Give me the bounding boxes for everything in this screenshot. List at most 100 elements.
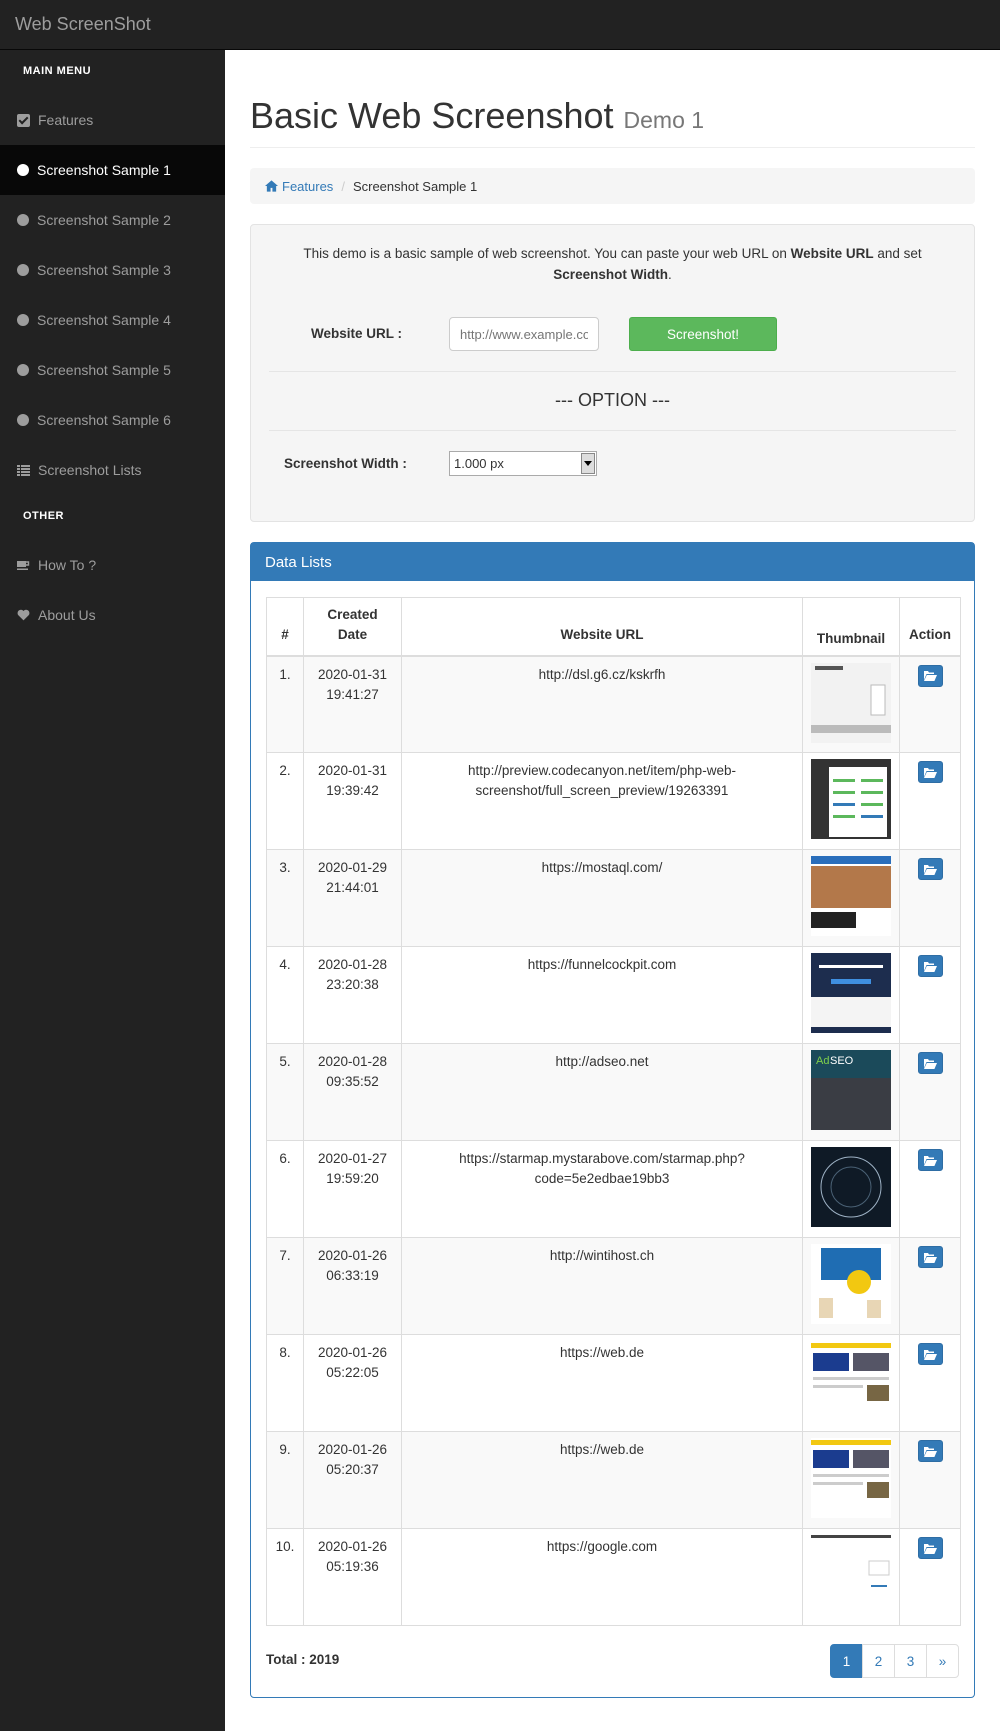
table-row: 2. 2020-01-31 19:39:42 http://preview.codec… <box>266 752 961 850</box>
cell-date-time: 09:35:52 <box>326 1074 379 1089</box>
col-header-date: Created Date <box>303 597 402 657</box>
cell-no: 8. <box>266 1334 304 1432</box>
col-header-action: Action <box>899 597 961 657</box>
sidebar-item-how-to[interactable]: How To ? <box>0 540 225 590</box>
page-link-2[interactable]: 2 <box>862 1644 895 1678</box>
page-link-3[interactable]: 3 <box>894 1644 927 1678</box>
open-folder-button[interactable] <box>917 1052 943 1074</box>
open-folder-button[interactable] <box>917 1537 943 1559</box>
page-header: Basic Web Screenshot Demo 1 <box>250 95 975 148</box>
thumbnail-image[interactable] <box>811 1341 891 1421</box>
open-folder-button[interactable] <box>917 1440 943 1462</box>
cell-thumbnail <box>802 1528 900 1626</box>
page-link-next[interactable]: » <box>926 1644 959 1678</box>
open-folder-button[interactable] <box>917 1149 943 1171</box>
cell-date-day: 2020-01-28 <box>317 957 388 972</box>
thumbnail-image[interactable] <box>811 662 891 743</box>
thumbnail-image[interactable] <box>811 856 891 936</box>
sidebar-item-features[interactable]: Features <box>0 95 225 145</box>
folder-open-icon <box>923 864 937 875</box>
cell-thumbnail: Ad SEO <box>802 1043 900 1141</box>
thumbnail-image[interactable] <box>811 759 891 839</box>
open-folder-button[interactable] <box>917 1343 943 1365</box>
heart-icon <box>17 609 30 622</box>
sidebar-item-screenshot-sample-6[interactable]: Screenshot Sample 6 <box>0 395 225 445</box>
folder-open-icon <box>923 961 937 972</box>
cell-date: 2020-01-31 19:39:42 <box>303 752 402 850</box>
thumbnail-image[interactable] <box>811 1438 891 1518</box>
thumbnail-image[interactable] <box>811 1535 891 1615</box>
cell-date-day: 2020-01-31 <box>317 763 388 778</box>
website-url-input[interactable] <box>449 317 599 351</box>
list-icon <box>17 464 30 476</box>
folder-open-icon <box>923 1543 937 1554</box>
cell-date-day: 2020-01-29 <box>317 860 388 875</box>
cell-thumbnail <box>802 1334 900 1432</box>
cell-date-day: 2020-01-26 <box>317 1539 388 1554</box>
cell-date: 2020-01-26 05:22:05 <box>303 1334 402 1432</box>
folder-open-icon <box>923 1252 937 1263</box>
cell-date: 2020-01-28 23:20:38 <box>303 946 402 1044</box>
intro-text: and set <box>873 246 922 261</box>
open-folder-button[interactable] <box>917 761 943 783</box>
page-link-1[interactable]: 1 <box>830 1644 863 1678</box>
sidebar-item-screenshot-sample-4[interactable]: Screenshot Sample 4 <box>0 295 225 345</box>
cell-no: 10. <box>266 1528 304 1626</box>
page-title: Basic Web Screenshot <box>250 95 614 136</box>
divider <box>269 430 956 431</box>
width-select-value: 1.000 px <box>454 456 504 471</box>
col-header-url: Website URL <box>401 597 803 657</box>
screenshot-width-select[interactable]: 1.000 px <box>449 451 597 476</box>
open-folder-button[interactable] <box>917 858 943 880</box>
cell-no: 3. <box>266 849 304 947</box>
sidebar-item-label: About Us <box>38 607 96 623</box>
sidebar-item-label: Screenshot Sample 6 <box>37 412 171 428</box>
sidebar-item-screenshot-lists[interactable]: Screenshot Lists <box>0 445 225 495</box>
cell-url: http://dsl.g6.cz/kskrfh <box>401 655 803 753</box>
form-intro: This demo is a basic sample of web scree… <box>271 243 954 285</box>
open-folder-button[interactable] <box>917 1246 943 1268</box>
cell-url: https://funnelcockpit.com <box>401 946 803 1044</box>
table-row: 4. 2020-01-28 23:20:38 https://funnelcockpi… <box>266 946 961 1044</box>
folder-open-icon <box>923 1349 937 1360</box>
sidebar-item-about-us[interactable]: About Us <box>0 590 225 640</box>
table-header-row: # Created Date Website URL Thumbnail Act… <box>266 597 961 657</box>
table-row: 8. 2020-01-26 05:22:05 https://web.de <box>266 1334 961 1432</box>
thumbnail-image[interactable]: Ad SEO <box>811 1050 891 1130</box>
sidebar-item-screenshot-sample-1[interactable]: Screenshot Sample 1 <box>0 145 225 195</box>
breadcrumb-home-link[interactable]: Features <box>265 179 333 194</box>
thumbnail-image[interactable] <box>811 953 891 1033</box>
divider <box>269 371 956 372</box>
sidebar-item-screenshot-sample-2[interactable]: Screenshot Sample 2 <box>0 195 225 245</box>
open-folder-button[interactable] <box>917 955 943 977</box>
sidebar-item-screenshot-sample-5[interactable]: Screenshot Sample 5 <box>0 345 225 395</box>
sidebar-item-label: Screenshot Sample 1 <box>37 162 171 178</box>
option-heading: --- OPTION --- <box>555 390 670 410</box>
cell-date-day: 2020-01-26 <box>317 1345 388 1360</box>
top-navbar: Web ScreenShot <box>0 0 1000 50</box>
thumbnail-image[interactable] <box>811 1244 891 1324</box>
sidebar-item-screenshot-sample-3[interactable]: Screenshot Sample 3 <box>0 245 225 295</box>
cell-action <box>899 655 961 753</box>
col-header-no: # <box>266 597 304 657</box>
cell-date: 2020-01-27 19:59:20 <box>303 1140 402 1238</box>
cell-url: https://mostaql.com/ <box>401 849 803 947</box>
cell-no: 9. <box>266 1431 304 1529</box>
sidebar-item-label: Screenshot Sample 4 <box>37 312 171 328</box>
circle-icon <box>17 264 29 276</box>
app-brand[interactable]: Web ScreenShot <box>15 14 151 35</box>
cell-date: 2020-01-29 21:44:01 <box>303 849 402 947</box>
folder-open-icon <box>923 1446 937 1457</box>
page-subtitle: Demo 1 <box>623 107 705 133</box>
screenshot-button[interactable]: Screenshot! <box>629 317 777 351</box>
open-folder-button[interactable] <box>917 664 943 687</box>
intro-bold-width: Screenshot Width <box>553 267 668 282</box>
intro-text: This demo is a basic sample of web scree… <box>303 246 791 261</box>
thumbnail-image[interactable] <box>811 1147 891 1227</box>
cell-thumbnail <box>802 946 900 1044</box>
circle-icon <box>17 364 29 376</box>
cell-action <box>899 1528 961 1626</box>
col-header-thumbnail: Thumbnail <box>802 597 900 657</box>
circle-icon <box>17 314 29 326</box>
cell-date-day: 2020-01-28 <box>317 1054 388 1069</box>
